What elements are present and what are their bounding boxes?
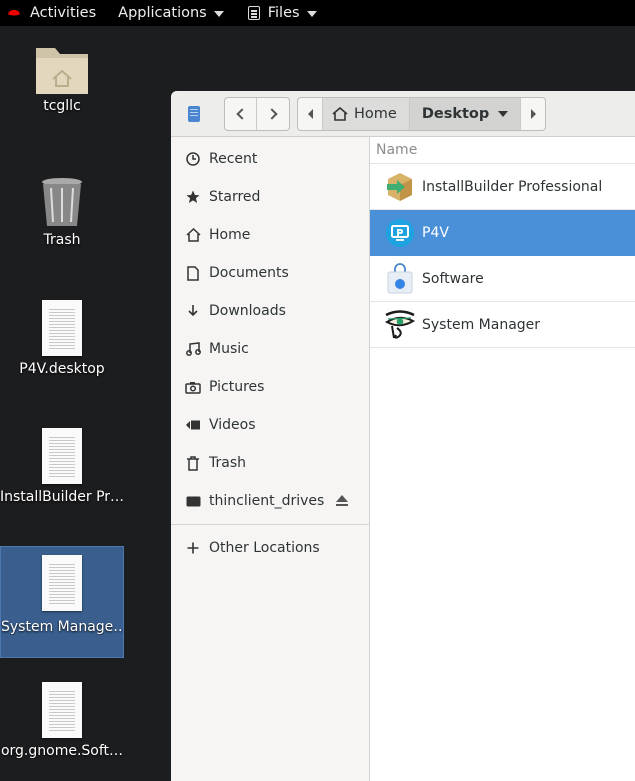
activities-button[interactable]: Activities — [6, 0, 96, 26]
sidebar-item-home[interactable]: Home — [171, 216, 369, 254]
installbuilder-icon — [387, 172, 412, 201]
sidebar-item-label: thinclient_drives — [209, 493, 325, 509]
applications-menu[interactable]: Applications — [118, 0, 224, 26]
sidebar-item-music[interactable]: Music — [171, 330, 369, 368]
eye-of-horus-icon — [384, 309, 416, 339]
redhat-logo-icon — [8, 10, 20, 16]
desktop-icon-org-gnome-software[interactable]: org.gnome.Soft… — [0, 682, 124, 759]
home-icon — [332, 107, 348, 121]
download-icon — [188, 305, 198, 317]
document-icon — [187, 265, 199, 281]
file-row-label: Software — [422, 270, 484, 287]
path-crumb-home[interactable]: Home — [322, 98, 409, 130]
sidebar-item-downloads[interactable]: Downloads — [171, 292, 369, 330]
desktop-icon-home[interactable]: tcgllc — [0, 40, 124, 114]
trash-icon — [187, 455, 199, 471]
p4v-icon — [386, 218, 414, 247]
home-folder-icon — [36, 48, 88, 94]
file-row-system-manager[interactable]: System Manager — [370, 302, 635, 348]
sidebar-item-label: Videos — [209, 417, 256, 433]
triangle-left-icon — [307, 109, 313, 119]
desktop-icon-trash[interactable]: Trash — [0, 176, 124, 248]
document-icon — [42, 682, 82, 738]
eject-icon[interactable] — [335, 494, 349, 507]
sidebar-divider — [171, 524, 370, 525]
desktop-icon-label: P4V.desktop — [19, 361, 105, 377]
activities-label: Activities — [30, 5, 97, 21]
desktop-icon-label: tcgllc — [43, 98, 81, 114]
document-icon — [42, 428, 82, 484]
sidebar-item-label: Pictures — [209, 379, 265, 395]
column-header-name[interactable]: Name — [370, 137, 635, 164]
camera-icon — [185, 381, 201, 394]
files-icon — [247, 6, 260, 20]
files-label: Files — [267, 5, 300, 21]
sidebar-item-videos[interactable]: Videos — [171, 406, 369, 444]
path-current-label: Desktop — [421, 106, 490, 122]
triangle-right-icon — [530, 109, 536, 119]
chevron-down-icon — [213, 10, 224, 17]
sidebar-item-label: Recent — [209, 151, 258, 167]
sidebar-item-label: Downloads — [209, 303, 286, 319]
sidebar-item-label: Home — [209, 227, 251, 243]
document-icon — [42, 300, 82, 356]
sidebar-item-label: Music — [209, 341, 249, 357]
back-button[interactable] — [225, 98, 257, 130]
file-row-p4v[interactable]: P4V — [370, 210, 635, 256]
desktop-icon-p4v-desktop[interactable]: P4V.desktop — [0, 300, 124, 377]
video-icon — [186, 420, 200, 430]
path-scroll-right-button[interactable] — [521, 98, 545, 130]
path-crumb-desktop[interactable]: Desktop — [408, 98, 522, 130]
sidebar-item-label: Documents — [209, 265, 289, 281]
chevron-down-icon — [498, 111, 509, 117]
sidebar-item-label: Other Locations — [209, 540, 320, 556]
desktop-icon-label: org.gnome.Soft… — [0, 743, 124, 759]
plus-icon — [187, 542, 199, 554]
desktop-icon-label: Trash — [43, 232, 81, 248]
desktop-icon-label: InstallBuilder Pr… — [0, 489, 124, 505]
trash-icon — [42, 178, 82, 226]
sidebar-item-starred[interactable]: Starred — [171, 178, 369, 216]
sidebar-item-label: Trash — [209, 455, 246, 471]
software-bag-icon — [387, 262, 413, 293]
applications-label: Applications — [118, 5, 207, 21]
drive-icon — [186, 496, 200, 506]
file-row-label: P4V — [422, 224, 449, 241]
file-row-software[interactable]: Software — [370, 256, 635, 302]
clock-icon — [186, 152, 200, 166]
window-header: Home Desktop — [171, 91, 635, 137]
files-app-menu[interactable]: Files — [247, 0, 317, 26]
chevron-left-icon — [236, 108, 248, 120]
desktop-icon-system-manager[interactable]: System Manage… — [0, 546, 124, 658]
sidebar-item-thinclient-drives[interactable]: thinclient_drives — [171, 482, 369, 520]
sidebar-item-recent[interactable]: Recent — [171, 140, 369, 178]
desktop-icon-label: System Manage… — [1, 619, 123, 635]
path-scroll-left-button[interactable] — [298, 98, 322, 130]
files-window: Home Desktop Recent Starred Home Documen… — [171, 91, 635, 781]
desktop-icon-installbuilder[interactable]: InstallBuilder Pr… — [0, 428, 124, 505]
sidebar-item-label: Starred — [209, 189, 261, 205]
files-app-icon[interactable] — [188, 106, 200, 122]
sidebar: Recent Starred Home Documents Downloads … — [171, 137, 370, 781]
nav-buttons — [224, 97, 290, 131]
path-bar: Home Desktop — [297, 97, 547, 131]
forward-button[interactable] — [257, 98, 289, 130]
top-bar: Activities Applications Files — [0, 0, 635, 26]
sidebar-item-other-locations[interactable]: Other Locations — [171, 529, 369, 567]
sidebar-item-documents[interactable]: Documents — [171, 254, 369, 292]
chevron-down-icon — [306, 10, 317, 17]
home-icon — [185, 228, 201, 242]
file-list: Name InstallBuilder Professional P4V Sof… — [370, 137, 635, 781]
file-row-label: InstallBuilder Professional — [422, 178, 603, 195]
music-icon — [185, 342, 201, 356]
column-header-label: Name — [376, 142, 418, 158]
file-row-label: System Manager — [422, 316, 541, 333]
sidebar-item-trash[interactable]: Trash — [171, 444, 369, 482]
chevron-right-icon — [265, 108, 278, 120]
sidebar-item-pictures[interactable]: Pictures — [171, 368, 369, 406]
star-icon — [186, 190, 200, 203]
file-row-installbuilder[interactable]: InstallBuilder Professional — [370, 164, 635, 210]
path-home-label: Home — [354, 106, 397, 122]
document-icon — [42, 555, 82, 611]
